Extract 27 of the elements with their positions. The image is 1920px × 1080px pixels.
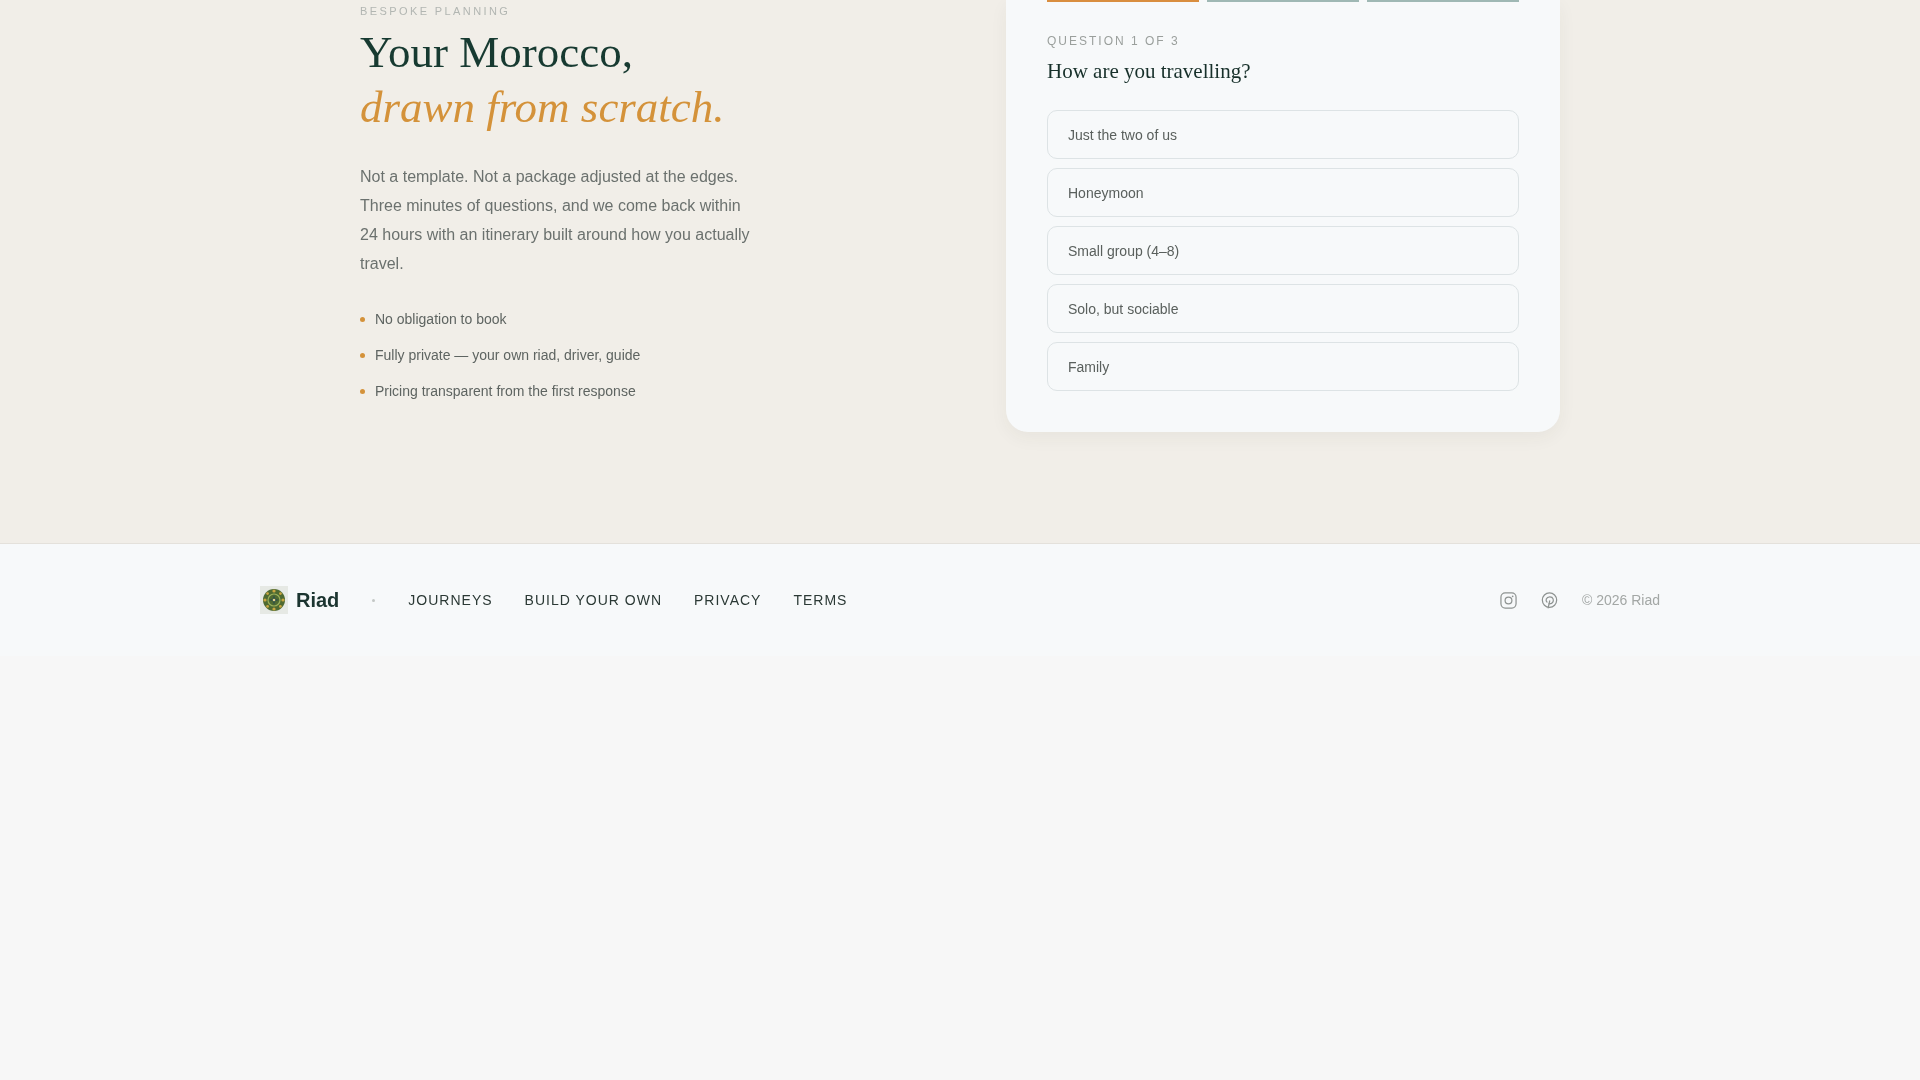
bullet-dot-icon xyxy=(360,316,365,322)
feature-point: Fully private — your own riad, driver, guide xyxy=(375,346,641,365)
eyebrow-label: BESPOKE PLANNING xyxy=(360,5,511,18)
footer-link[interactable]: PRIVACY xyxy=(694,591,762,609)
copyright-text: © 2026 Riad xyxy=(1581,591,1660,609)
answer-option[interactable]: Small group (4–8) xyxy=(1047,226,1519,275)
lead-paragraph: Not a template. Not a package adjusted at the edges. Three minutes of questions, and we come back within 24 hours with an itinerary built around how you actually travel. xyxy=(360,167,751,274)
question-title: How are you travelling? xyxy=(1047,58,1252,84)
feature-point: Pricing transparent from the first response xyxy=(375,382,636,401)
camera-icon[interactable] xyxy=(1499,591,1517,609)
answer-option[interactable]: Just the two of us xyxy=(1047,110,1519,159)
answer-option[interactable]: Solo, but sociable xyxy=(1047,284,1519,333)
hero-title-accent: drawn from scratch. xyxy=(360,81,725,134)
footer-link[interactable]: BUILD YOUR OWN xyxy=(524,591,662,609)
answer-option[interactable]: Family xyxy=(1047,342,1519,391)
question-counter: QUESTION 1 OF 3 xyxy=(1047,33,1180,49)
brand-name[interactable]: Riad xyxy=(296,588,340,612)
bullet-dot-icon xyxy=(360,352,365,358)
answer-option[interactable]: Honeymoon xyxy=(1047,168,1519,217)
footer-link[interactable]: TERMS xyxy=(793,591,848,609)
footer-link[interactable]: JOURNEYS xyxy=(408,591,493,609)
feature-point: No obligation to book xyxy=(375,310,507,329)
rosette-logo-icon xyxy=(260,586,288,614)
bullet-dot-icon xyxy=(360,388,365,394)
pin-logo-icon[interactable] xyxy=(1540,591,1558,609)
hero-title: Your Morocco, xyxy=(360,26,633,79)
separator-dot-icon xyxy=(372,598,376,602)
